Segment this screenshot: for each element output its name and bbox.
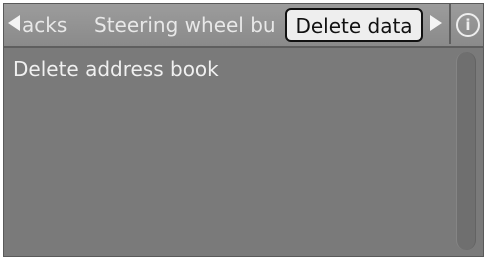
tab-steering-wheel[interactable]: Steering wheel bu [94, 10, 280, 40]
menu-item-delete-address-book[interactable]: Delete address book [13, 54, 219, 84]
scrollbar[interactable] [456, 52, 476, 250]
info-icon[interactable]: i [456, 13, 480, 37]
arrow-right-icon[interactable] [430, 15, 442, 31]
tab-partial[interactable]: acks [22, 10, 84, 40]
tab-bar: acks Steering wheel bu Delete data i [4, 4, 483, 48]
tab-divider [449, 4, 451, 44]
arrow-left-icon[interactable] [8, 15, 20, 31]
tab-delete-data[interactable]: Delete data [285, 8, 423, 42]
menu-list: Delete address book [4, 48, 483, 256]
infotainment-screen: acks Steering wheel bu Delete data i Del… [3, 3, 484, 257]
